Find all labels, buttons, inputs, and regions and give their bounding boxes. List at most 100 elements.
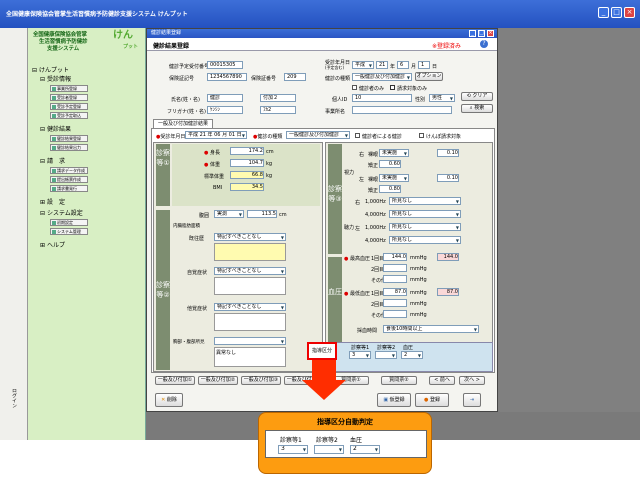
maximize-button[interactable]: □ — [611, 7, 622, 18]
mei-input[interactable]: 付加２ — [260, 94, 296, 102]
year-input[interactable]: 21 — [376, 61, 388, 69]
sight-l-select[interactable]: 未実施 ▼ — [379, 174, 409, 182]
month-input[interactable]: 6 — [397, 61, 409, 69]
nav-kekka-toroku[interactable]: 健診結果登録 — [50, 135, 88, 142]
kind-select[interactable]: 一般健診及び付加健診 ▼ — [352, 73, 412, 81]
win-min-button[interactable]: _ — [469, 30, 476, 37]
max-bp-other-input[interactable] — [383, 275, 407, 283]
nav-yotei[interactable]: 受診予定登録 — [50, 103, 88, 110]
label-hearing: 聴力 — [344, 225, 355, 231]
tree-group-kekka[interactable]: ⊟ 健診結果 — [40, 124, 71, 133]
kana-mei-input[interactable]: ﾌｶ2 — [260, 106, 296, 114]
delete-button[interactable]: ✕ 削除 — [155, 393, 183, 407]
takaku-select[interactable]: 特記すべきことなし ▼ — [214, 303, 286, 311]
jigyo-input[interactable] — [352, 106, 452, 114]
min-bp1-input[interactable]: 87.0 — [383, 288, 407, 296]
takaku-detail[interactable] — [214, 313, 286, 331]
exit-button[interactable]: ⇥ — [463, 393, 481, 407]
label-naifuku: 内臓脂肪面積 — [173, 224, 200, 229]
nav-jigyosho[interactable]: 事業所登録 — [50, 85, 88, 92]
kana-sei-input[interactable]: ｹﾝｼﾝ — [207, 106, 243, 114]
win-max-button[interactable]: □ — [478, 30, 485, 37]
sei-input[interactable]: 健診 — [207, 94, 243, 102]
label-takaku: 他覚症状 — [187, 306, 208, 312]
chk-kenshin-iryo[interactable] — [355, 133, 360, 138]
chk-seikyu[interactable] — [390, 85, 395, 90]
min-bp-other-input[interactable] — [383, 310, 407, 318]
waist-method-select[interactable]: 実測 ▼ — [214, 210, 244, 218]
save-button[interactable]: ● 登録 — [415, 393, 449, 407]
status-badge: ※登録済み — [432, 43, 462, 50]
min-bp2-input[interactable] — [383, 299, 407, 307]
chk-kenpo-seikyu[interactable] — [419, 133, 424, 138]
help-icon[interactable]: ? — [480, 40, 488, 48]
date3-select[interactable]: 平成 21 年 06 月 01 日 ▼ — [185, 131, 247, 139]
nav-yotei-torikomi[interactable]: 受診予定取込 — [50, 112, 88, 119]
nav-chohyo[interactable]: 提出帳票作成 — [50, 176, 88, 183]
btn-prev[interactable]: < 前へ — [429, 376, 455, 385]
search-button[interactable]: ⌕ 検索 — [461, 104, 493, 113]
kyobu-select[interactable]: ▼ — [214, 337, 286, 345]
nav-seikyusho[interactable]: 請求書発行 — [50, 185, 88, 192]
waist-input[interactable]: 113.5 — [247, 210, 277, 218]
tree-group-system[interactable]: ⊟ システム設定 — [40, 208, 83, 217]
label-kyosei-r: 矯正 — [368, 163, 379, 169]
hear-l1k-select[interactable]: 所見なし ▼ — [389, 223, 461, 231]
chk-kenshinsha[interactable] — [352, 85, 357, 90]
nav-jushinsha[interactable]: 受診者登録 — [50, 94, 88, 101]
shidou-select-2[interactable]: ▼ — [375, 351, 397, 359]
sex-select[interactable]: 男性 ▼ — [429, 94, 455, 102]
tree-group-jushin[interactable]: ⊟ 受診情報 — [40, 74, 71, 83]
temp-save-button[interactable]: ▣ 仮登録 — [377, 393, 411, 407]
tree-group-help[interactable]: ⊞ ヘルプ — [40, 240, 65, 249]
hear-l4k-select[interactable]: 所見なし ▼ — [389, 236, 461, 244]
sight-r-kyosei[interactable]: 0.60 — [379, 160, 401, 168]
sight-l-kyosei[interactable]: 0.80 — [379, 185, 401, 193]
btn-ippan1[interactable]: 一般及び付加① — [155, 376, 195, 385]
era-select[interactable]: 平成 ▼ — [352, 61, 374, 69]
tree-group-seikyu[interactable]: ⊟ 請 求 — [40, 156, 65, 165]
close-button[interactable]: × — [624, 7, 635, 18]
shidou-select-1[interactable]: 3 ▼ — [349, 351, 371, 359]
nav-system-kanri[interactable]: システム管理 — [50, 228, 88, 235]
kiou-select[interactable]: 特記すべきことなし ▼ — [214, 233, 286, 241]
hear-r1k-select[interactable]: 所見なし ▼ — [389, 197, 461, 205]
jikaku-select[interactable]: 特記すべきことなし ▼ — [214, 267, 286, 275]
kyobu-detail[interactable]: 異常なし — [214, 347, 286, 367]
kigo-input[interactable]: 1234567890 — [207, 73, 247, 81]
weight-input[interactable]: 104.7 — [230, 159, 264, 167]
btn-ippan2[interactable]: 一般及び付加② — [198, 376, 238, 385]
sight-r-select[interactable]: 未実施 ▼ — [379, 149, 409, 157]
minimize-button[interactable]: _ — [598, 7, 609, 18]
kind2-select[interactable]: 一般健診及び付加健診 ▼ — [286, 131, 350, 139]
btn-ippan3[interactable]: 一般及び付加③ — [241, 376, 281, 385]
btn-shitsumon2[interactable]: 質問票② — [381, 376, 417, 385]
tree-group-settei[interactable]: ⊞ 設 定 — [40, 197, 65, 206]
jikaku-detail[interactable] — [214, 277, 286, 295]
max-bp2-input[interactable] — [383, 264, 407, 272]
nav-seikyu-data[interactable]: 請求データ作成 — [50, 167, 88, 174]
shidou-select-3[interactable]: 2 ▼ — [401, 351, 423, 359]
sight-r-naked[interactable]: 0.10 — [437, 149, 459, 157]
unit-max-o: mmHg — [410, 277, 427, 283]
tab-ippan[interactable]: 一般及び付加健診結果 — [153, 119, 213, 128]
option-button[interactable]: オプション — [415, 72, 443, 81]
btn-next[interactable]: 次へ > — [459, 376, 485, 385]
bango-input[interactable]: 209 — [284, 73, 306, 81]
sight-l-naked[interactable]: 0.10 — [437, 174, 459, 182]
yoyaku-input[interactable]: 00015305 — [207, 61, 243, 69]
max-bp1-input[interactable]: 144.0 — [383, 253, 407, 261]
meal-select[interactable]: 食後10時間以上 ▼ — [383, 325, 479, 333]
win-close-button[interactable]: × — [487, 30, 494, 37]
tree-root[interactable]: ⊟ けんプット — [32, 65, 69, 74]
kojin-input[interactable]: 10 — [352, 94, 412, 102]
day-input[interactable]: 1 — [418, 61, 430, 69]
unit-max1: mmHg — [410, 255, 427, 261]
nav-shoki[interactable]: 初期設定 — [50, 219, 88, 226]
nav-kekka-shutsuryoku[interactable]: 健診結果出力 — [50, 144, 88, 151]
hear-r4k-select[interactable]: 所見なし ▼ — [389, 210, 461, 218]
clear-button[interactable]: ⟲ クリア — [461, 92, 493, 101]
kiou-detail[interactable] — [214, 243, 286, 261]
height-input[interactable]: 174.2 — [230, 147, 264, 155]
max-bp-avg: 144.0 — [437, 253, 459, 261]
